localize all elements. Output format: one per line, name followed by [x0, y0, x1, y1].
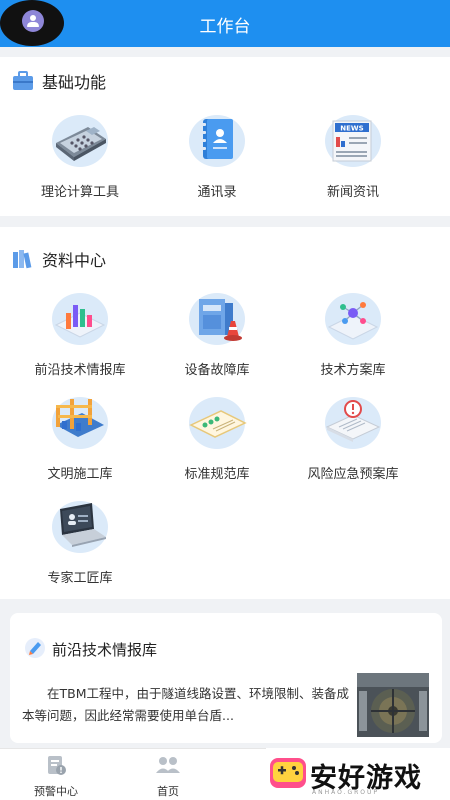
home-users-icon	[156, 757, 180, 773]
resource-item-label: 设备故障库	[184, 363, 250, 378]
address-book-icon	[185, 113, 249, 171]
resource-item-tech-solutions[interactable]: 技术方案库	[278, 291, 428, 378]
equipment-icon	[185, 291, 249, 349]
resource-item-label: 技术方案库	[320, 363, 386, 378]
molecule-icon	[321, 291, 385, 349]
bar-chart-icon	[48, 291, 112, 349]
laptop-expert-icon	[48, 499, 112, 557]
basic-item-label: 通讯录	[197, 185, 237, 200]
basic-item-calculator[interactable]: 理论计算工具	[5, 113, 155, 200]
books-icon	[13, 250, 32, 269]
resource-item-label: 风险应急预案库	[307, 467, 399, 482]
page-title: 工作台	[199, 17, 251, 37]
tab-home[interactable]: 首页	[138, 753, 198, 799]
resource-item-risk-emergency[interactable]: 风险应急预案库	[278, 395, 428, 482]
gamepad-logo-icon	[270, 758, 306, 788]
section-header: 资料中心	[12, 247, 106, 271]
top-app-bar: 工作台	[0, 0, 450, 47]
resource-center-section: 资料中心 前沿技术情报库 设备故障库 技术方案库 文明施工库 标准规范库 风险应…	[0, 227, 450, 599]
resource-item-label: 专家工匠库	[47, 571, 113, 586]
resource-item-label: 标准规范库	[184, 467, 250, 482]
tab-label: 预警中心	[34, 785, 78, 798]
newspaper-icon: NEWS	[321, 113, 385, 171]
warning-center-icon	[48, 756, 66, 775]
resource-item-label: 前沿技术情报库	[34, 363, 126, 378]
resource-item-label: 文明施工库	[47, 467, 113, 482]
news-thumbnail[interactable]	[357, 673, 429, 737]
resource-item-equipment-fault[interactable]: 设备故障库	[142, 291, 292, 378]
watermark-subtext: ANHAO.GROUP	[312, 789, 380, 796]
site-watermark: 安好游戏 ANHAO.GROUP	[266, 748, 450, 800]
section-header: 基础功能	[12, 69, 106, 93]
basic-functions-section: 基础功能 理论计算工具 通讯录 NEWS 新闻资讯	[0, 57, 450, 216]
resource-item-civilized-construction[interactable]: 文明施工库	[5, 395, 155, 482]
basic-item-news[interactable]: NEWS 新闻资讯	[278, 113, 428, 200]
standard-board-icon	[185, 395, 249, 453]
news-badge: NEWS	[340, 125, 363, 133]
resource-item-standards[interactable]: 标准规范库	[142, 395, 292, 482]
section-title: 基础功能	[42, 73, 107, 92]
construction-icon	[48, 395, 112, 453]
section-title: 资料中心	[42, 251, 107, 270]
basic-item-contacts[interactable]: 通讯录	[142, 113, 292, 200]
tab-label: 首页	[157, 785, 179, 798]
pencil-ruler-icon	[25, 638, 45, 658]
news-card-title: 前沿技术情报库	[52, 641, 158, 659]
tab-warning-center[interactable]: 预警中心	[26, 753, 86, 799]
resource-item-experts[interactable]: 专家工匠库	[5, 499, 155, 586]
calculator-icon	[48, 113, 112, 171]
toolbox-icon	[13, 71, 33, 90]
news-summary: 在TBM工程中，由于隧道线路设置、环境限制、装备成本等问题，因此经常需要使用单台…	[22, 686, 349, 723]
resource-item-frontier-tech[interactable]: 前沿技术情报库	[5, 291, 155, 378]
basic-item-label: 理论计算工具	[40, 185, 119, 200]
risk-alert-icon	[321, 395, 385, 453]
basic-item-label: 新闻资讯	[326, 185, 379, 200]
frontier-news-card[interactable]: 前沿技术情报库 在TBM工程中，由于隧道线路设置、环境限制、装备成本等问题，因此…	[10, 613, 442, 743]
